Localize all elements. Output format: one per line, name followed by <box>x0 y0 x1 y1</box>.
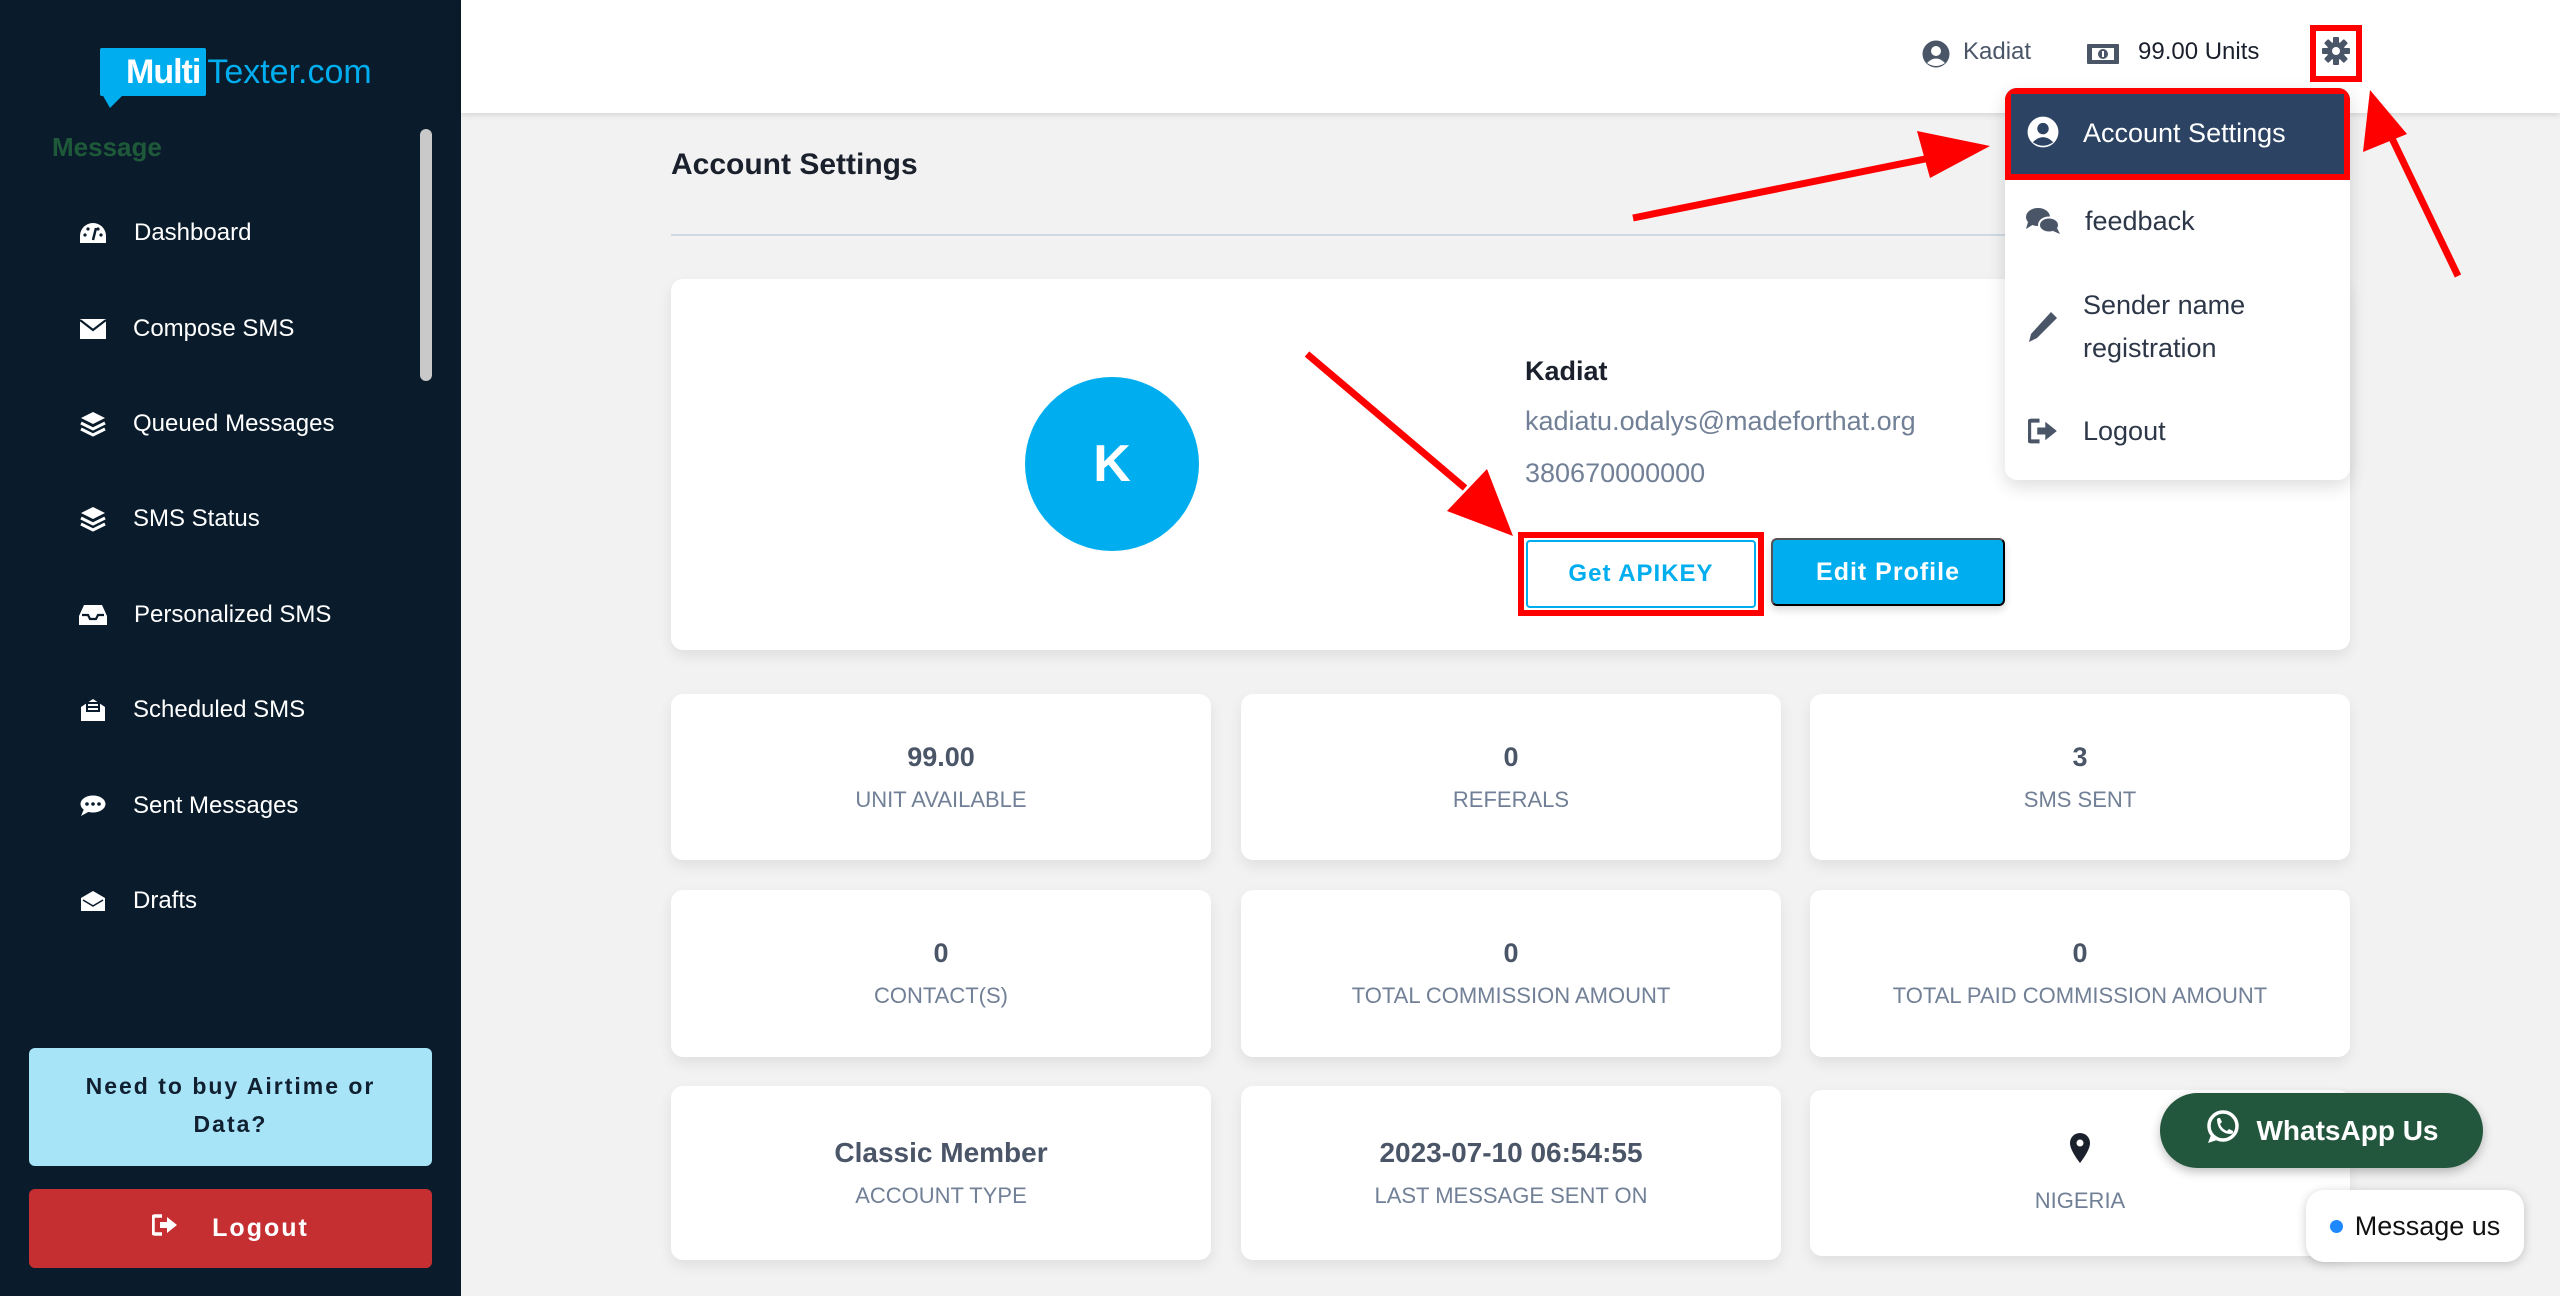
stat-value: 0 <box>1503 938 1519 968</box>
dropdown-item-sender-name-registration[interactable]: Sender name registration <box>2005 264 2350 392</box>
layers-icon <box>78 409 108 439</box>
dropdown-item-feedback[interactable]: feedback <box>2005 180 2350 264</box>
sidebar-item-label: Queued Messages <box>133 410 335 437</box>
sidebar-logout-button[interactable]: Logout <box>29 1189 432 1268</box>
money-bill-icon <box>2087 44 2119 69</box>
settings-dropdown-menu: Account Settings feedback Sender name re… <box>2005 88 2350 480</box>
user-circle-icon <box>2025 116 2061 148</box>
stat-value: 0 <box>933 938 949 968</box>
stat-label: ACCOUNT TYPE <box>855 1183 1027 1208</box>
sidebar-item-sent-messages[interactable]: Sent Messages <box>0 776 420 836</box>
stat-card-unit-available: 99.00 UNIT AVAILABLE <box>671 694 1211 860</box>
profile-email: kadiatu.odalys@madeforthat.org <box>1525 406 1916 436</box>
sidebar-item-label: Scheduled SMS <box>133 696 306 723</box>
stat-label: REFERALS <box>1452 786 1570 812</box>
avatar: K <box>1025 377 1199 551</box>
stat-card-contacts: 0 CONTACT(S) <box>671 890 1211 1057</box>
stat-label: LAST MESSAGE SENT ON <box>1374 1183 1648 1208</box>
stat-label: NIGERIA <box>2034 1187 2126 1213</box>
sidebar-section-label: Message <box>52 132 162 162</box>
profile-name: Kadiat <box>1525 356 1608 386</box>
stat-label: UNIT AVAILABLE <box>855 786 1027 812</box>
stat-value: 2023-07-10 06:54:55 <box>1379 1137 1643 1168</box>
stat-label: TOTAL COMMISSION AMOUNT <box>1351 983 1671 1008</box>
stat-card-total-commission: 0 TOTAL COMMISSION AMOUNT <box>1241 890 1781 1057</box>
arrow-to-account-settings <box>1632 131 1990 222</box>
get-apikey-button[interactable]: Get APIKEY <box>1526 540 1756 608</box>
logo[interactable]: Multi Texter.com <box>100 42 372 108</box>
envelope-open-text-icon <box>78 695 108 725</box>
comment-dots-icon <box>78 791 108 821</box>
sidebar-item-personalized-sms[interactable]: Personalized SMS <box>0 585 420 645</box>
dashboard-gauge-icon <box>78 218 108 248</box>
stat-label: SMS SENT <box>2023 786 2137 812</box>
sidebar-item-dashboard[interactable]: Dashboard <box>0 203 420 263</box>
dropdown-item-logout[interactable]: Logout <box>2005 392 2350 472</box>
sidebar-item-scheduled-sms[interactable]: Scheduled SMS <box>0 680 420 740</box>
comments-icon <box>2025 206 2061 236</box>
stat-label: CONTACT(S) <box>873 983 1009 1008</box>
gear-icon <box>2322 37 2350 70</box>
stat-value: 99.00 <box>907 741 975 772</box>
sidebar-item-label: Drafts <box>133 887 198 914</box>
header-units-balance: 99.00 Units <box>2138 38 2260 65</box>
sidebar-item-drafts[interactable]: Drafts <box>0 871 420 931</box>
avatar-initial: K <box>1093 435 1131 493</box>
sidebar-item-label: Personalized SMS <box>134 601 332 628</box>
page-title: Account Settings <box>671 148 918 181</box>
online-status-dot <box>2329 1219 2343 1233</box>
sidebar-scrollbar[interactable] <box>420 129 432 381</box>
stat-label: TOTAL PAID COMMISSION AMOUNT <box>1892 983 2268 1008</box>
whatsapp-us-button[interactable]: WhatsApp Us <box>2160 1093 2483 1168</box>
profile-phone: 380670000000 <box>1525 458 1706 488</box>
sidebar-item-compose-sms[interactable]: Compose SMS <box>0 299 420 359</box>
sidebar-item-label: Sent Messages <box>133 792 299 819</box>
stat-card-sms-sent: 3 SMS SENT <box>1810 694 2350 860</box>
logo-bubble: Multi <box>100 48 207 108</box>
buy-airtime-banner[interactable]: Need to buy Airtime or Data? <box>29 1048 432 1166</box>
whatsapp-label: WhatsApp Us <box>2256 1114 2439 1146</box>
dropdown-item-label: Logout <box>2083 416 2166 446</box>
edit-profile-button[interactable]: Edit Profile <box>1771 538 2005 606</box>
dropdown-item-account-settings[interactable]: Account Settings <box>2005 88 2350 180</box>
sidebar-item-label: SMS Status <box>133 505 260 532</box>
pencil-icon <box>2025 310 2061 344</box>
envelope-icon <box>78 314 108 344</box>
stat-card-account-type: Classic Member ACCOUNT TYPE <box>671 1086 1211 1260</box>
logout-label: Logout <box>212 1214 309 1242</box>
stat-value: 3 <box>2072 741 2088 772</box>
arrow-to-gear <box>2363 90 2462 278</box>
sidebar-item-sms-status[interactable]: SMS Status <box>0 489 420 549</box>
sidebar-item-label: Compose SMS <box>133 315 295 342</box>
stat-card-last-message: 2023-07-10 06:54:55 LAST MESSAGE SENT ON <box>1241 1086 1781 1260</box>
settings-gear-button[interactable] <box>2310 25 2362 82</box>
sign-out-icon <box>2025 418 2061 444</box>
sidebar: Multi Texter.com Message Dashboard Compo… <box>0 0 461 1296</box>
layers-icon <box>78 504 108 534</box>
user-circle-icon <box>1922 40 1950 73</box>
buy-airtime-text: Need to buy Airtime or Data? <box>85 1073 376 1137</box>
stat-value: 0 <box>1503 741 1519 772</box>
stat-card-total-paid-commission: 0 TOTAL PAID COMMISSION AMOUNT <box>1810 890 2350 1057</box>
header-username[interactable]: Kadiat <box>1963 38 2031 66</box>
message-us-label: Message us <box>2354 1210 2501 1241</box>
message-us-chat-button[interactable]: Message us <box>2306 1190 2524 1262</box>
sign-out-icon <box>151 1214 178 1243</box>
sidebar-item-label: Dashboard <box>134 219 252 246</box>
envelope-open-icon <box>78 886 108 916</box>
dropdown-item-label: feedback <box>2085 206 2195 236</box>
stat-value: Classic Member <box>834 1137 1048 1168</box>
inbox-icon <box>78 600 108 630</box>
dropdown-item-label: Sender name registration <box>2083 290 2246 363</box>
sidebar-item-queued-messages[interactable]: Queued Messages <box>0 394 420 454</box>
map-pin-icon <box>2070 1132 2090 1168</box>
stat-value: 0 <box>2072 938 2088 968</box>
logo-text: Texter.com <box>207 53 372 91</box>
dropdown-item-label: Account Settings <box>2083 118 2286 148</box>
whatsapp-icon <box>2205 1109 2241 1152</box>
stat-card-referals: 0 REFERALS <box>1241 694 1781 860</box>
